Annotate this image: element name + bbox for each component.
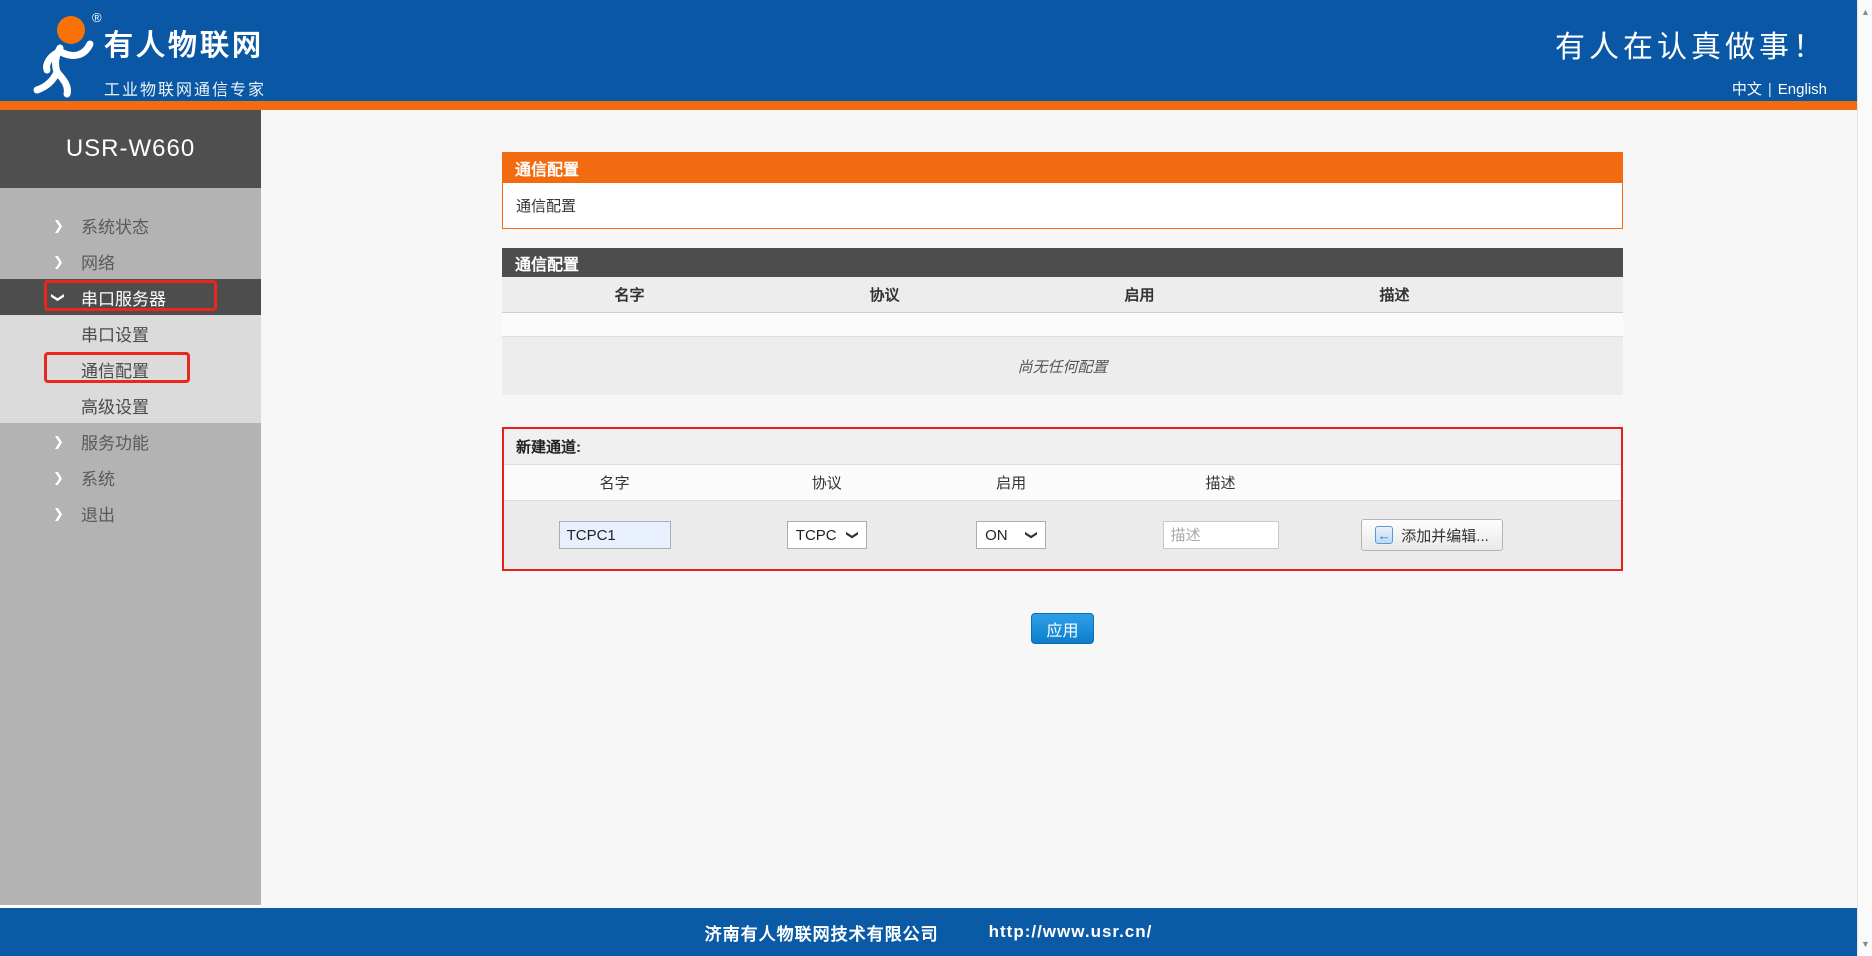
device-title: USR-W660 xyxy=(0,110,261,188)
brand-subtitle: 工业物联网通信专家 xyxy=(104,82,267,99)
select-arrow-icon: ❯ xyxy=(845,529,860,541)
name-cell xyxy=(504,521,725,549)
protocol-select[interactable]: TCPC ❯ xyxy=(786,521,867,549)
footer-site-link[interactable]: http://www.usr.cn/ xyxy=(989,922,1153,942)
empty-state-message: 尚无任何配置 xyxy=(502,337,1623,395)
orange-accent-line xyxy=(0,101,1857,110)
sidebar-item-label: 串口服务器 xyxy=(81,289,166,309)
chevron-right-icon: ❯ xyxy=(53,253,64,269)
column-header-description: 描述 xyxy=(1205,475,1236,492)
column-header-enable: 启用 xyxy=(1124,287,1155,304)
scroll-up-icon[interactable]: ▲ xyxy=(1858,4,1872,20)
brand-block: 有人物联网 工业物联网通信专家 xyxy=(104,22,266,100)
comm-config-table: 通信配置 名字 协议 启用 描述 尚无任何配置 xyxy=(502,248,1623,395)
column-header-enable: 启用 xyxy=(996,475,1027,492)
add-button-cell: ← 添加并编辑... xyxy=(1347,519,1621,551)
sidebar-item-label: 退出 xyxy=(81,505,115,525)
protocol-cell: TCPC ❯ xyxy=(725,521,928,549)
enable-select-value: ON xyxy=(985,526,1008,544)
page-subtitle: 通信配置 xyxy=(502,183,1623,229)
slogan-text: 有人在认真做事！ xyxy=(1555,31,1827,64)
sidebar-item-label: 服务功能 xyxy=(81,433,149,453)
lang-chinese-link[interactable]: 中文 xyxy=(1732,81,1762,98)
sidebar-item-network[interactable]: ❯ 网络 xyxy=(0,243,261,279)
language-switcher: 中文 | English xyxy=(1555,78,1827,99)
sidebar-item-label: 通信配置 xyxy=(81,361,149,381)
chevron-right-icon: ❯ xyxy=(53,433,64,449)
registered-mark: ® xyxy=(92,10,102,25)
chevron-right-icon: ❯ xyxy=(53,217,64,233)
add-and-edit-button[interactable]: ← 添加并编辑... xyxy=(1361,519,1503,551)
enable-cell: ON ❯ xyxy=(928,521,1093,549)
column-header-protocol: 协议 xyxy=(869,287,900,304)
channel-name-input[interactable] xyxy=(558,521,671,549)
footer-company: 济南有人物联网技术有限公司 xyxy=(704,924,939,944)
new-channel-header-row: 名字 协议 启用 描述 xyxy=(504,465,1621,501)
sidebar-item-label: 高级设置 xyxy=(81,397,149,417)
table-spacer-row xyxy=(502,313,1623,337)
sidebar-item-service-functions[interactable]: ❯ 服务功能 xyxy=(0,423,261,459)
column-header-name: 名字 xyxy=(614,287,645,304)
channel-description-input[interactable] xyxy=(1162,521,1279,549)
sidebar: USR-W660 ❯ 系统状态 ❯ 网络 ❯ 串口服务器 串口设置 通信配置 高… xyxy=(0,110,261,905)
top-header: ® 有人物联网 工业物联网通信专家 有人在认真做事！ 中文 | English xyxy=(0,0,1857,101)
sidebar-item-system-status[interactable]: ❯ 系统状态 xyxy=(0,207,261,243)
protocol-select-value: TCPC xyxy=(795,526,837,544)
sidebar-nav: ❯ 系统状态 ❯ 网络 ❯ 串口服务器 串口设置 通信配置 高级设置 ❯ 服务功… xyxy=(0,188,261,531)
new-channel-title: 新建通道: xyxy=(504,429,1621,465)
sidebar-item-advanced-settings[interactable]: 高级设置 xyxy=(0,387,261,423)
usr-logo: ® xyxy=(24,6,106,98)
sidebar-submenu-serial-server: 串口设置 通信配置 高级设置 xyxy=(0,315,261,423)
chevron-right-icon: ❯ xyxy=(53,505,64,521)
usr-logo-figure: ® xyxy=(33,10,102,98)
comm-config-table-header-row: 名字 协议 启用 描述 xyxy=(502,277,1623,313)
sidebar-item-serial-settings[interactable]: 串口设置 xyxy=(0,315,261,351)
lang-separator: | xyxy=(1767,81,1772,98)
new-channel-section: 新建通道: 名字 协议 启用 描述 TCPC ❯ xyxy=(502,427,1623,571)
sidebar-item-serial-server[interactable]: ❯ 串口服务器 xyxy=(0,279,261,315)
chevron-down-icon: ❯ xyxy=(50,291,66,303)
column-header-description: 描述 xyxy=(1379,287,1410,304)
sidebar-item-label: 系统状态 xyxy=(81,217,149,237)
apply-button[interactable]: 应用 xyxy=(1031,613,1094,644)
vertical-scrollbar[interactable]: ▲ ▼ xyxy=(1857,0,1872,956)
select-arrow-icon: ❯ xyxy=(1025,529,1040,541)
footer: 济南有人物联网技术有限公司 http://www.usr.cn/ xyxy=(0,908,1857,956)
add-edit-icon: ← xyxy=(1375,526,1394,544)
scroll-down-icon[interactable]: ▼ xyxy=(1858,936,1872,952)
enable-select[interactable]: ON ❯ xyxy=(976,521,1047,549)
sidebar-item-logout[interactable]: ❯ 退出 xyxy=(0,495,261,531)
chevron-right-icon: ❯ xyxy=(53,469,64,485)
main-content: 通信配置 通信配置 通信配置 名字 协议 启用 描述 尚无任何配置 新建通道: … xyxy=(261,110,1857,908)
page-title: 通信配置 xyxy=(502,152,1623,183)
column-header-name: 名字 xyxy=(599,475,630,492)
brand-title: 有人物联网 xyxy=(104,30,265,62)
lang-english-link[interactable]: English xyxy=(1778,81,1827,98)
page-header-panel: 通信配置 通信配置 xyxy=(502,152,1623,229)
sidebar-item-label: 系统 xyxy=(81,469,115,489)
description-cell xyxy=(1094,521,1348,549)
add-and-edit-button-label: 添加并编辑... xyxy=(1401,527,1489,545)
sidebar-item-label: 网络 xyxy=(81,253,115,273)
header-right: 有人在认真做事！ 中文 | English xyxy=(1555,22,1827,99)
apply-button-row: 应用 xyxy=(502,613,1623,644)
comm-config-table-title: 通信配置 xyxy=(502,248,1623,277)
content-column: 通信配置 通信配置 通信配置 名字 协议 启用 描述 尚无任何配置 新建通道: … xyxy=(502,152,1623,644)
column-header-protocol: 协议 xyxy=(811,475,842,492)
new-channel-input-row: TCPC ❯ ON ❯ ← 添加并编辑... xyxy=(504,501,1621,569)
sidebar-item-system[interactable]: ❯ 系统 xyxy=(0,459,261,495)
sidebar-item-comm-config[interactable]: 通信配置 xyxy=(0,351,261,387)
sidebar-item-label: 串口设置 xyxy=(81,325,149,345)
